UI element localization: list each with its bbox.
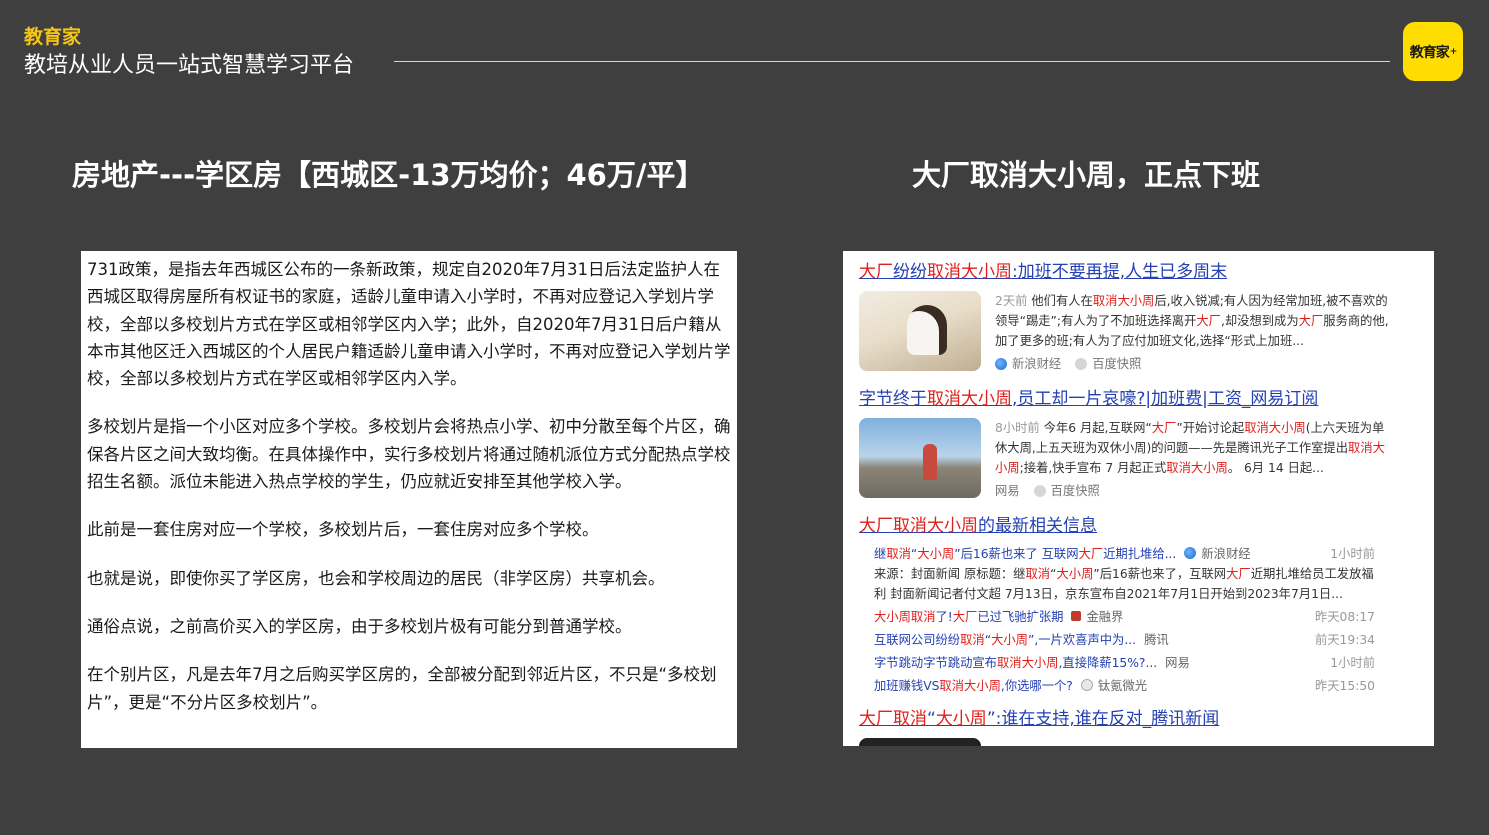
snapshot-icon bbox=[1033, 485, 1046, 497]
news-link[interactable]: 加班赚钱VS取消大小周,你选哪一个? bbox=[874, 676, 1073, 694]
result-title-link[interactable]: 字节终于取消大小周,员工却一片哀嚎?|加班费|工资_网易订阅 bbox=[859, 386, 1434, 412]
search-results-screenshot: 大厂纷纷取消大小周:加班不要再提,人生已多周末 2天前 他们有人在取消大小周后,… bbox=[843, 251, 1434, 746]
news-time: 昨天15:50 bbox=[1314, 678, 1375, 693]
result-block: 8小时前 今年6 月起,互联网“大厂”开始讨论起取消大小周(上六天班为单休大周,… bbox=[859, 418, 1434, 501]
right-heading: 大厂取消大小周，正点下班 bbox=[912, 158, 1261, 192]
news-link[interactable]: 大小周取消了!大厂已过飞驰扩张期 bbox=[874, 607, 1063, 625]
news-time: 前天19:34 bbox=[1314, 632, 1375, 647]
snippet-highlight: 大厂 bbox=[1151, 421, 1177, 435]
policy-document: 731政策，是指去年西城区公布的一条新政策，规定自2020年7月31日后法定监护… bbox=[81, 251, 737, 748]
doc-paragraph: 也就是说，即使你买了学区房，也会和学校周边的居民（非学区房）共享机会。 bbox=[87, 568, 665, 588]
news-item: 互联网公司纷纷取消“大小周”,一片欢喜声中为... 腾讯 前天19:34 bbox=[859, 627, 1375, 650]
news-link[interactable]: 互联网公司纷纷取消“大小周”,一片欢喜声中为... bbox=[874, 630, 1136, 648]
doc-paragraph: 此前是一套住房对应一个学校，多校划片后，一套住房对应多个学校。 bbox=[87, 520, 599, 540]
result-source: 网易 百度快照 bbox=[995, 481, 1391, 501]
result-block bbox=[859, 738, 1434, 746]
snippet-highlight: 取消大小周 bbox=[1092, 294, 1155, 308]
logo-text: 教育家 bbox=[1409, 44, 1450, 61]
result-time: 8小时前 bbox=[995, 421, 1040, 435]
result-title-text: 纷纷 bbox=[893, 262, 927, 282]
doc-paragraph: 通俗点说，之前高价买入的学区房，由于多校划片极有可能分到普通学校。 bbox=[87, 616, 632, 636]
news-list: 继取消“大小周”后16薪也来了 互联网大厂近期扎堆给... 新浪财经 1小时前 … bbox=[859, 541, 1434, 696]
news-time: 1小时前 bbox=[1330, 546, 1375, 561]
doc-paragraph: 多校划片是指一个小区对应多个学校。多校划片会将热点小学、初中分散至每个片区，确保… bbox=[87, 417, 731, 492]
snippet-highlight: 大厂 bbox=[1298, 314, 1324, 328]
doc-paragraph: 731政策，是指去年西城区公布的一条新政策，规定自2020年7月31日后法定监护… bbox=[87, 260, 731, 389]
news-time: 昨天08:17 bbox=[1314, 609, 1375, 624]
news-item: 加班赚钱VS取消大小周,你选哪一个? 钛氪微光 昨天15:50 bbox=[859, 673, 1375, 696]
news-source: 钛氪微光 bbox=[1080, 676, 1147, 694]
result-time: 2天前 bbox=[995, 294, 1028, 308]
brand-name: 教育家 bbox=[24, 26, 82, 48]
snippet-text: ”开始讨论起 bbox=[1176, 421, 1245, 435]
result-title-highlight: 取消大小周 bbox=[927, 389, 1012, 409]
snippet-text: ;接着,快手宣布 7 月起正式 bbox=[1019, 461, 1167, 475]
result-title-text: 字节终于 bbox=[859, 389, 927, 409]
source-name[interactable]: 网易 bbox=[995, 481, 1020, 501]
result-thumbnail[interactable] bbox=[859, 738, 981, 746]
result-snippet: 2天前 他们有人在取消大小周后,收入锐减;有人因为经常加班,被不喜欢的领导“踢走… bbox=[995, 291, 1391, 374]
snippet-text: 。 6月 14 日起... bbox=[1227, 461, 1324, 475]
news-link[interactable]: 继取消“大小周”后16薪也来了 互联网大厂近期扎堆给... bbox=[874, 544, 1176, 562]
news-section-title[interactable]: 大厂取消大小周的最新相关信息 bbox=[859, 513, 1434, 539]
result-title-link[interactable]: 大厂取消“大小周”:谁在支持,谁在反对_腾讯新闻 bbox=[859, 706, 1434, 732]
news-title-highlight: 大厂取消大小周 bbox=[859, 516, 978, 536]
result-title-text: ,员工却一片哀嚎?|加班费|工资_网易订阅 bbox=[1012, 389, 1319, 409]
snapshot-icon bbox=[1075, 358, 1088, 370]
sina-icon bbox=[1184, 546, 1197, 559]
result-source: 新浪财经 百度快照 bbox=[995, 354, 1391, 374]
snapshot-link[interactable]: 百度快照 bbox=[1092, 354, 1141, 374]
left-heading: 房地产---学区房【西城区-13万均价；46万/平】 bbox=[72, 158, 705, 192]
news-item: 继取消“大小周”后16薪也来了 互联网大厂近期扎堆给... 新浪财经 1小时前 bbox=[859, 541, 1375, 564]
source-name[interactable]: 新浪财经 bbox=[1012, 354, 1061, 374]
news-description: 来源：封面新闻 原标题：继取消“大小周”后16薪也来了，互联网大厂近期扎堆给员工… bbox=[874, 567, 1374, 601]
result-title-link[interactable]: 大厂纷纷取消大小周:加班不要再提,人生已多周末 bbox=[859, 259, 1434, 285]
result-title-text: :加班不要再提,人生已多周末 bbox=[1012, 262, 1228, 282]
snippet-highlight: 大厂 bbox=[1196, 314, 1221, 328]
logo-mark: + bbox=[1449, 46, 1457, 57]
news-source: 网易 bbox=[1165, 655, 1190, 670]
snippet-text: 今年6 月起,互联网“ bbox=[1043, 421, 1152, 435]
doc-paragraph: 在个别片区，凡是去年7月之后购买学区房的，全部被分配到邻近片区，不只是“多校划片… bbox=[87, 665, 717, 712]
snapshot-link[interactable]: 百度快照 bbox=[1051, 481, 1100, 501]
snippet-highlight: 取消大小周 bbox=[1244, 421, 1306, 435]
news-item: 大小周取消了!大厂已过飞驰扩张期 金融界 昨天08:17 bbox=[859, 604, 1375, 627]
snippet-text: ,却没想到成为 bbox=[1220, 314, 1299, 328]
sina-icon bbox=[995, 358, 1007, 370]
header-divider bbox=[394, 61, 1390, 62]
snippet-text: 他们有人在 bbox=[1031, 294, 1093, 308]
result-snippet: 8小时前 今年6 月起,互联网“大厂”开始讨论起取消大小周(上六天班为单休大周,… bbox=[995, 418, 1391, 501]
result-title-highlight: 大厂 bbox=[859, 262, 893, 282]
news-source: 腾讯 bbox=[1144, 632, 1169, 647]
news-source: 新浪财经 bbox=[1184, 544, 1251, 562]
news-item: 字节跳动字节跳动宣布取消大小周,直接降薪15%?... 网易 1小时前 bbox=[859, 650, 1375, 673]
platform-subtitle: 教培从业人员一站式智慧学习平台 bbox=[24, 53, 355, 78]
snippet-highlight: 取消大小周 bbox=[1166, 461, 1228, 475]
result-block: 2天前 他们有人在取消大小周后,收入锐减;有人因为经常加班,被不喜欢的领导“踢走… bbox=[859, 291, 1434, 374]
news-source: 金融界 bbox=[1071, 607, 1123, 625]
taike-icon bbox=[1080, 678, 1093, 691]
logo-icon: 教育家 + bbox=[1403, 22, 1463, 81]
result-title-highlight: 取消大小周 bbox=[927, 262, 1012, 282]
news-link[interactable]: 字节跳动字节跳动宣布取消大小周,直接降薪15%?... bbox=[874, 653, 1157, 671]
jrj-icon bbox=[1071, 610, 1082, 621]
news-title-text: 的最新相关信息 bbox=[978, 516, 1097, 536]
news-time: 1小时前 bbox=[1330, 655, 1375, 670]
result-thumbnail[interactable] bbox=[859, 418, 981, 498]
result-thumbnail[interactable] bbox=[859, 291, 981, 371]
